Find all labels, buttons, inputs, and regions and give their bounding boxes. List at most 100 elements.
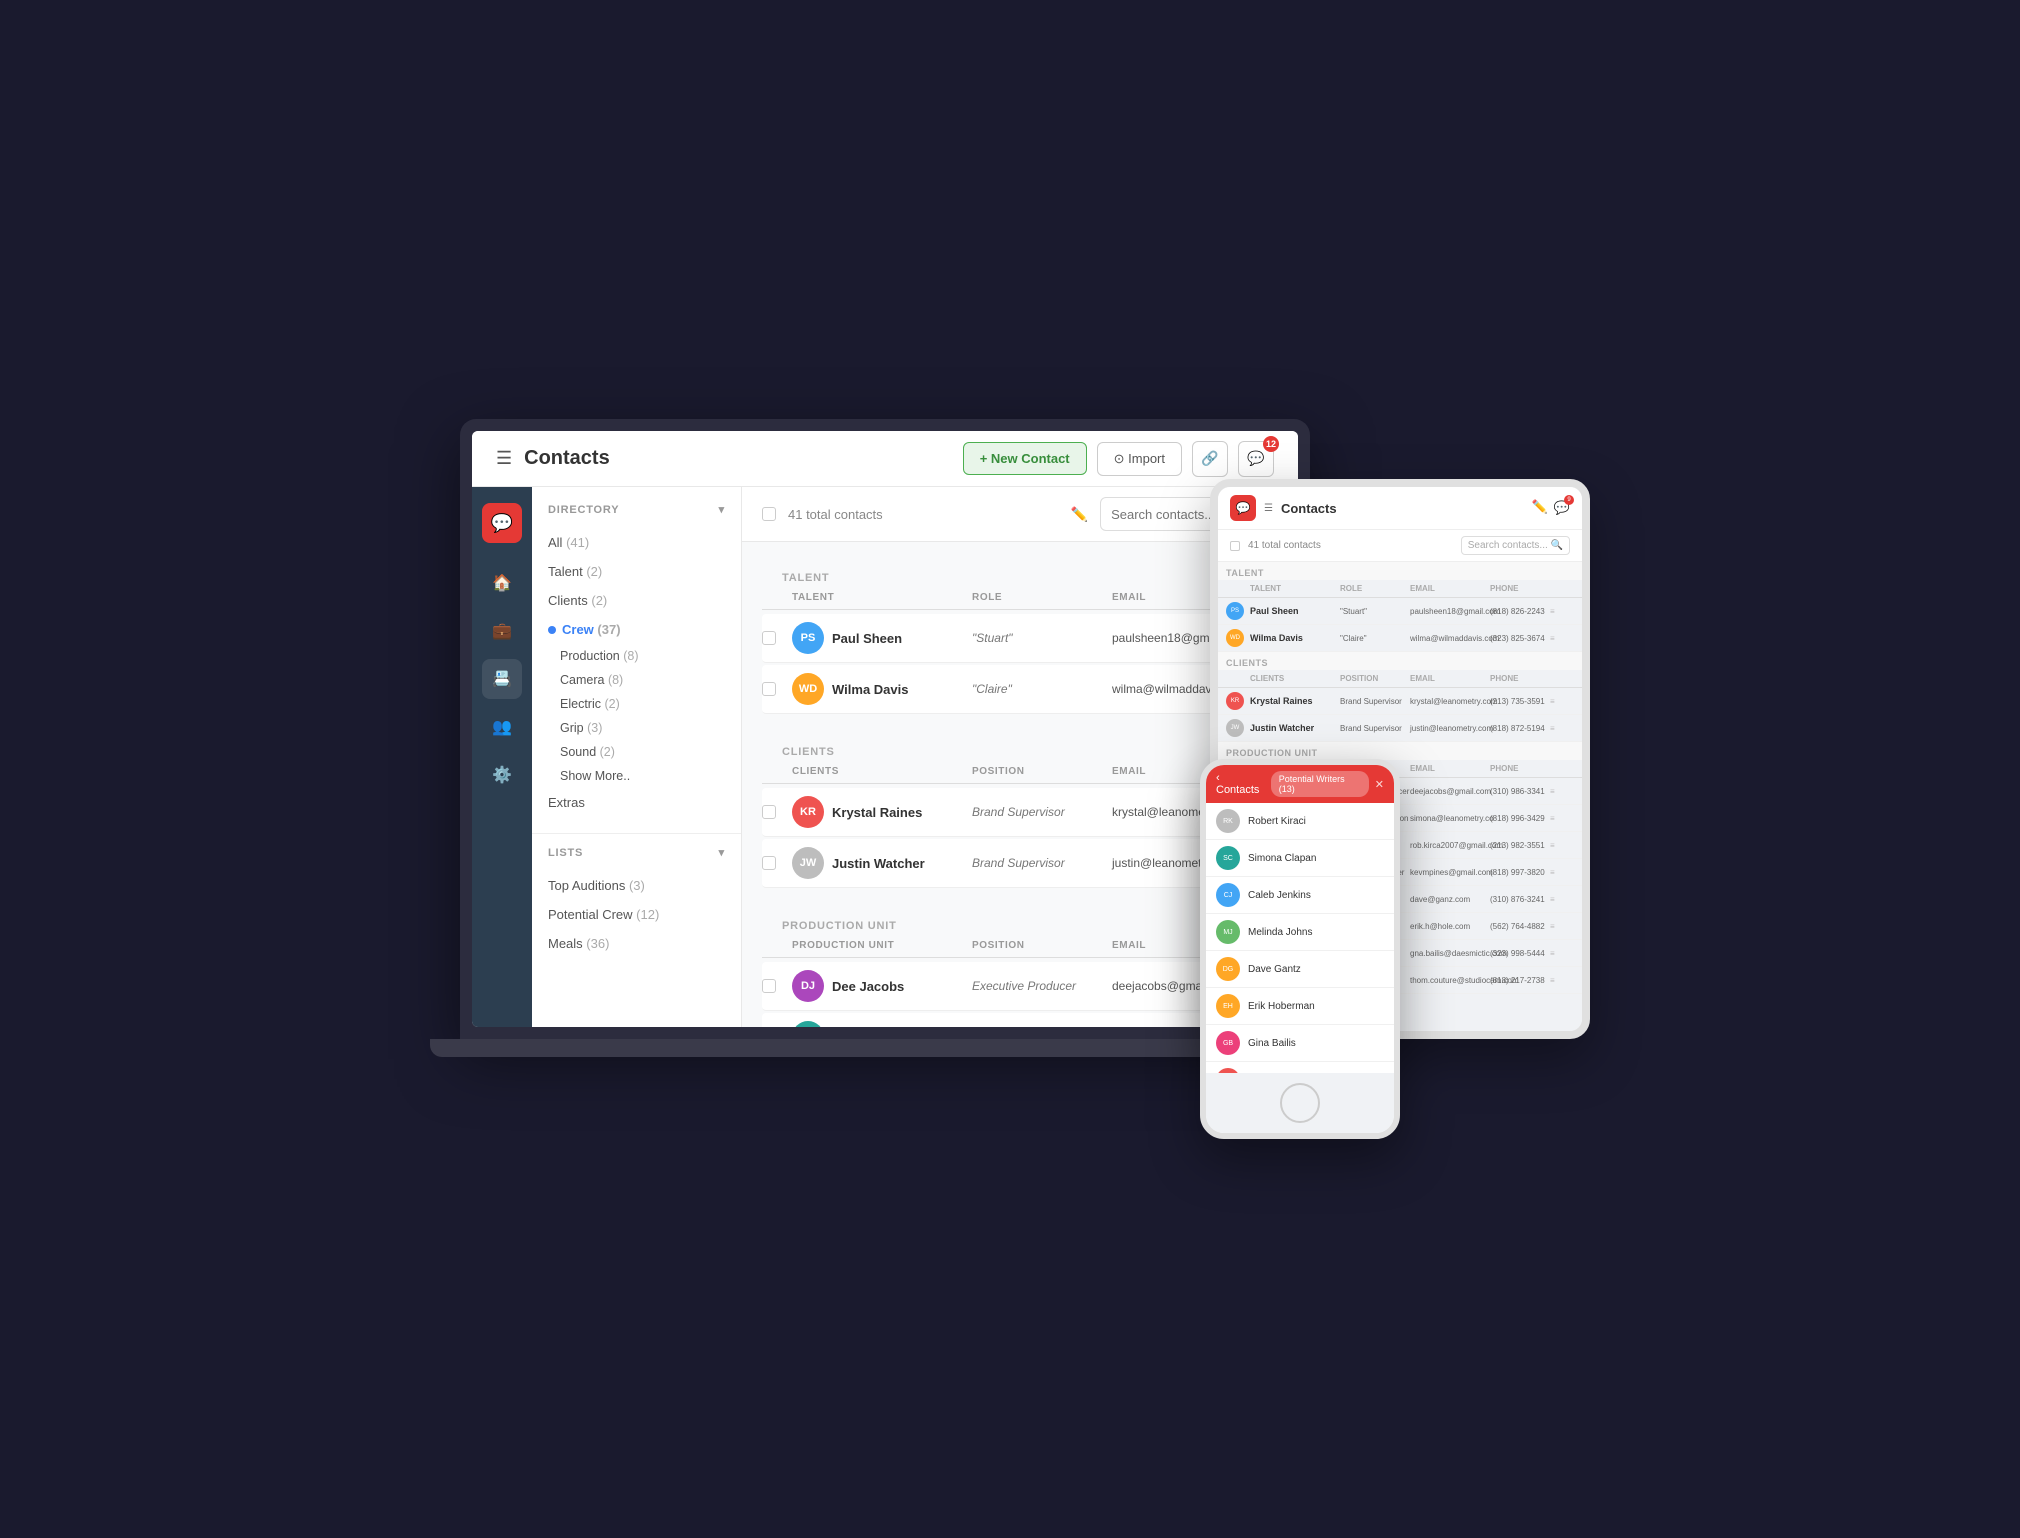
tablet-topbar: 💬 ☰ Contacts ✏️ 💬 9: [1218, 487, 1582, 530]
phone-home-area: [1206, 1073, 1394, 1133]
sidebar: 💬 🏠 💼 📇 👥 ⚙️: [472, 487, 532, 1027]
phone-home-button[interactable]: [1280, 1083, 1320, 1123]
list-item[interactable]: TC Thom Couture: [1206, 1062, 1394, 1073]
avatar: SC: [792, 1021, 824, 1027]
tablet-toolbar: 41 total contacts Search contacts... 🔍: [1218, 530, 1582, 562]
avatar: DG: [1216, 957, 1240, 981]
avatar: KR: [792, 796, 824, 828]
tablet-talent-columns: TALENTROLEEMAILPHONE: [1218, 580, 1582, 598]
avatar: GB: [1216, 1031, 1240, 1055]
laptop: ☰ Contacts + New Contact ⊙ Import 🔗 💬 12…: [460, 419, 1310, 1039]
row-checkbox[interactable]: [762, 682, 776, 696]
contact-name: JW Justin Watcher: [792, 847, 972, 879]
tablet-row[interactable]: PS Paul Sheen "Stuart" paulsheen18@gmail…: [1218, 598, 1582, 625]
contact-role: Executive Producer: [972, 979, 1112, 993]
sidebar-item-contacts[interactable]: 📇: [482, 659, 522, 699]
list-item[interactable]: CJ Caleb Jenkins: [1206, 877, 1394, 914]
dir-sub-electric[interactable]: Electric (2): [532, 692, 741, 716]
contact-name: Melinda Johns: [1248, 927, 1312, 938]
avatar: EH: [1216, 994, 1240, 1018]
import-button[interactable]: ⊙ Import: [1097, 442, 1182, 476]
avatar: DJ: [792, 970, 824, 1002]
sidebar-item-home[interactable]: 🏠: [482, 563, 522, 603]
dir-sub-show-more[interactable]: Show More..: [532, 764, 741, 788]
phone-tab-label[interactable]: Potential Writers (13): [1271, 771, 1369, 797]
list-item[interactable]: DG Dave Gantz: [1206, 951, 1394, 988]
sidebar-item-work[interactable]: 💼: [482, 611, 522, 651]
notifications-button[interactable]: 💬 12: [1238, 441, 1274, 477]
tablet-row[interactable]: JW Justin Watcher Brand Supervisor justi…: [1218, 715, 1582, 742]
list-item[interactable]: GB Gina Bailis: [1206, 1025, 1394, 1062]
scene: ☰ Contacts + New Contact ⊙ Import 🔗 💬 12…: [460, 419, 1560, 1119]
talent-section-label: Talent: [762, 558, 1278, 586]
link-button[interactable]: 🔗: [1192, 441, 1228, 477]
avatar: RK: [1216, 809, 1240, 833]
list-item[interactable]: MJ Melinda Johns: [1206, 914, 1394, 951]
edit-icon[interactable]: ✏️: [1071, 506, 1088, 523]
table-row[interactable]: PS Paul Sheen "Stuart" paulsheen18@gmail…: [762, 614, 1278, 663]
select-all-checkbox[interactable]: [762, 507, 776, 521]
contact-name: Simona Clapan: [1248, 853, 1316, 864]
dir-sub-camera[interactable]: Camera (8): [532, 668, 741, 692]
contact-role: Brand Supervisor: [972, 856, 1112, 870]
list-meals[interactable]: Meals (36): [532, 929, 741, 958]
table-row[interactable]: WD Wilma Davis "Claire" wilma@wilmaddavi…: [762, 665, 1278, 714]
row-checkbox[interactable]: [762, 856, 776, 870]
tablet-total: 41 total contacts: [1248, 540, 1453, 551]
total-contacts: 41 total contacts: [788, 507, 1059, 522]
contact-name: Dave Gantz: [1248, 964, 1301, 975]
tablet-search[interactable]: Search contacts... 🔍: [1461, 536, 1570, 555]
list-item[interactable]: RK Robert Kiraci: [1206, 803, 1394, 840]
contact-name: KR Krystal Raines: [792, 796, 972, 828]
phone: ‹ Contacts Potential Writers (13) ✕ RK R…: [1200, 759, 1400, 1139]
sidebar-item-groups[interactable]: 👥: [482, 707, 522, 747]
notification-badge: 12: [1263, 436, 1279, 452]
phone-topbar: ‹ Contacts Potential Writers (13) ✕: [1206, 765, 1394, 803]
list-potential-crew[interactable]: Potential Crew (12): [532, 900, 741, 929]
tablet-row[interactable]: WD Wilma Davis "Claire" wilma@wilmaddavi…: [1218, 625, 1582, 652]
avatar: KR: [1226, 692, 1244, 710]
contact-role: Brand Supervisor: [972, 805, 1112, 819]
avatar: JW: [1226, 719, 1244, 737]
row-checkbox[interactable]: [762, 631, 776, 645]
phone-back-button[interactable]: ‹ Contacts: [1216, 772, 1265, 796]
list-top-auditions[interactable]: Top Auditions (3): [532, 871, 741, 900]
lists-header: Lists ▾: [532, 846, 741, 871]
contact-name: Caleb Jenkins: [1248, 890, 1311, 901]
top-bar: ☰ Contacts + New Contact ⊙ Import 🔗 💬 12: [472, 431, 1298, 487]
dir-item-all[interactable]: All (41): [532, 528, 741, 557]
tablet-row[interactable]: KR Krystal Raines Brand Supervisor kryst…: [1218, 688, 1582, 715]
chevron-down-icon: ▾: [719, 846, 725, 859]
new-contact-button[interactable]: + New Contact: [963, 442, 1087, 475]
avatar: JW: [792, 847, 824, 879]
chevron-down-icon: ▾: [719, 503, 725, 516]
tablet-clients-label: CLIENTS: [1218, 652, 1582, 670]
sidebar-logo: 💬: [482, 503, 522, 543]
avatar: PS: [792, 622, 824, 654]
phone-close-button[interactable]: ✕: [1375, 778, 1384, 791]
dir-item-crew[interactable]: Crew (37): [532, 615, 741, 644]
list-item[interactable]: EH Erik Hoberman: [1206, 988, 1394, 1025]
tablet-talent-label: TALENT: [1218, 562, 1582, 580]
tablet-select-all[interactable]: [1230, 541, 1240, 551]
dir-sub-sound[interactable]: Sound (2): [532, 740, 741, 764]
contact-role: "Stuart": [972, 631, 1112, 645]
dir-item-extras[interactable]: Extras: [532, 788, 741, 817]
dir-sub-production[interactable]: Production (8): [532, 644, 741, 668]
sidebar-item-settings[interactable]: ⚙️: [482, 755, 522, 795]
row-checkbox[interactable]: [762, 979, 776, 993]
dir-sub-grip[interactable]: Grip (3): [532, 716, 741, 740]
laptop-screen: ☰ Contacts + New Contact ⊙ Import 🔗 💬 12…: [472, 431, 1298, 1027]
tablet-clients-columns: CLIENTSPOSITIONEMAILPHONE: [1218, 670, 1582, 688]
hamburger-icon[interactable]: ☰: [496, 448, 512, 469]
clients-section-label: Clients: [762, 732, 1278, 760]
list-item[interactable]: SC Simona Clapan: [1206, 840, 1394, 877]
tablet-edit-icon[interactable]: ✏️: [1532, 499, 1548, 517]
avatar: SC: [1216, 846, 1240, 870]
dir-item-clients[interactable]: Clients (2): [532, 586, 741, 615]
talent-columns: TALENT ROLE EMAIL PHONE LIST: [762, 586, 1278, 610]
dir-item-talent[interactable]: Talent (2): [532, 557, 741, 586]
contact-name: SC Simona Clapan: [792, 1021, 972, 1027]
row-checkbox[interactable]: [762, 805, 776, 819]
directory-panel: Directory ▾ All (41) Talent (2) Clients …: [532, 487, 742, 1027]
